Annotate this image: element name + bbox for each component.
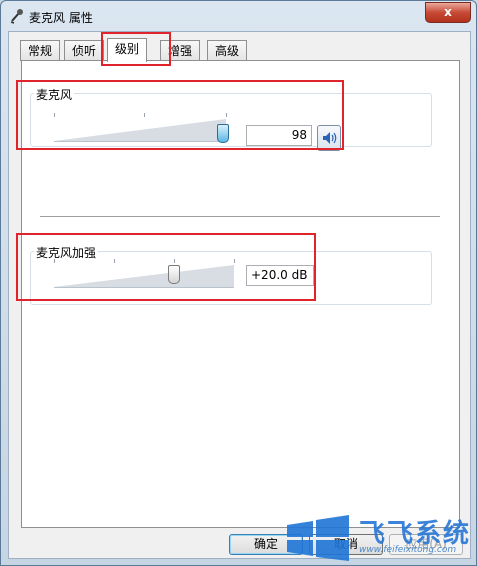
- close-button[interactable]: x: [425, 2, 471, 23]
- title-bar[interactable]: 麦克风 属性 x: [1, 1, 476, 31]
- tab-advanced[interactable]: 高级: [207, 40, 248, 61]
- window-title: 麦克风 属性: [29, 11, 93, 25]
- levels-panel: 麦克风 98 麦克风加强 +20.0 dB: [16, 60, 460, 528]
- highlight-boost: [16, 233, 316, 301]
- watermark-url: www.feifeixitong.com: [359, 545, 457, 555]
- dialog-client-area: 常规 侦听 级别 增强 高级 麦克风 98 麦克风加强 +20.0 dB 确定 …: [8, 31, 471, 559]
- divider: [40, 216, 440, 218]
- highlight-microphone: [16, 80, 344, 150]
- tab-levels[interactable]: 级别: [107, 38, 148, 62]
- windows-logo-icon: [287, 515, 349, 561]
- tab-general[interactable]: 常规: [20, 40, 61, 61]
- watermark: 飞飞系统 www.feifeixitong.com: [283, 513, 473, 563]
- tab-listen[interactable]: 侦听: [64, 40, 105, 61]
- microphone-app-icon: [10, 9, 23, 24]
- properties-window: 麦克风 属性 x 常规 侦听 级别 增强 高级 麦克风 98 麦克风加强 +20…: [0, 0, 477, 566]
